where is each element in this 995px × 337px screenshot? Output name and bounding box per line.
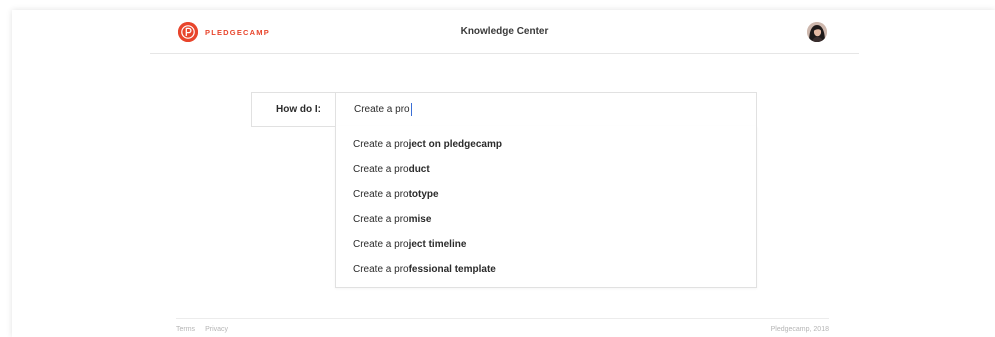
copyright-text: Pledgecamp, 2018: [770, 326, 829, 333]
privacy-link[interactable]: Privacy: [205, 326, 228, 333]
text-caret: [410, 103, 412, 116]
search-input-value: Create a pro: [354, 104, 410, 115]
suggestions-dropdown: Create a pro ject on pledgecamp Create a …: [335, 126, 757, 288]
header: PLEDGECAMP Knowledge Center: [150, 10, 859, 54]
search-bar: How do I: Create a pro: [251, 92, 757, 127]
user-avatar[interactable]: [807, 22, 827, 42]
suggestion-item[interactable]: Create a pro totype: [336, 182, 756, 207]
footer-links: Terms Privacy: [176, 326, 228, 333]
suggestion-completion: duct: [408, 164, 430, 175]
suggestion-prefix: Create a pro: [353, 164, 409, 175]
suggestion-prefix: Create a pro: [353, 214, 409, 225]
suggestion-prefix: Create a pro: [353, 139, 409, 150]
suggestion-item[interactable]: Create a pro ject on pledgecamp: [336, 132, 756, 157]
footer: Terms Privacy Pledgecamp, 2018: [176, 318, 829, 337]
suggestion-completion: fessional template: [408, 264, 496, 275]
suggestion-completion: totype: [408, 189, 439, 200]
suggestion-prefix: Create a pro: [353, 239, 409, 250]
suggestion-completion: ject timeline: [408, 239, 467, 250]
search-label: How do I:: [252, 93, 336, 126]
suggestion-item[interactable]: Create a pro duct: [336, 157, 756, 182]
suggestion-item[interactable]: Create a pro fessional template: [336, 257, 756, 282]
suggestion-completion: mise: [408, 214, 432, 225]
search-input[interactable]: Create a pro: [337, 93, 756, 126]
suggestion-item[interactable]: Create a pro ject timeline: [336, 232, 756, 257]
terms-link[interactable]: Terms: [176, 326, 195, 333]
page-title: Knowledge Center: [460, 26, 549, 37]
suggestion-completion: ject on pledgecamp: [408, 139, 502, 150]
suggestion-prefix: Create a pro: [353, 189, 409, 200]
suggestion-item[interactable]: Create a pro mise: [336, 207, 756, 232]
suggestion-prefix: Create a pro: [353, 264, 409, 275]
